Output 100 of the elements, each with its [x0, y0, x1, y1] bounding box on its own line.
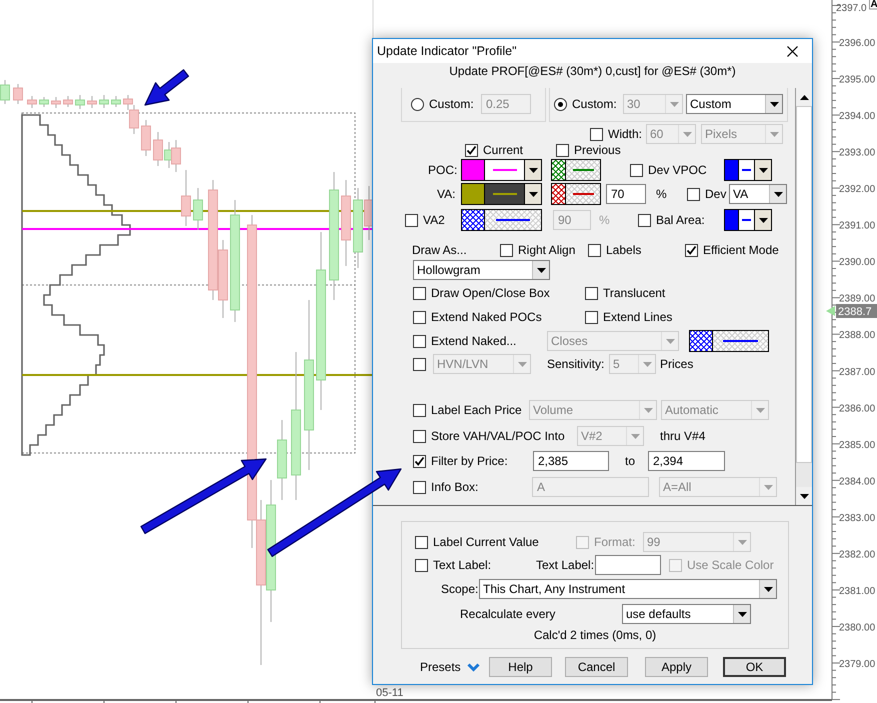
candlestick: [0, 80, 10, 104]
checkbox[interactable]: VA2: [405, 213, 445, 227]
scroll-up-button[interactable]: [796, 88, 812, 106]
dialog-button[interactable]: Help: [489, 657, 552, 677]
price-label: 2383.00: [839, 512, 876, 524]
checkbox[interactable]: Labels: [588, 243, 642, 257]
field-label: VA:: [437, 187, 456, 201]
price-label: 2391.00: [839, 220, 876, 232]
close-icon[interactable]: [787, 46, 798, 56]
chevron-down-icon: [466, 662, 480, 672]
caret-icon: [630, 434, 640, 438]
checkbox[interactable]: Extend Lines: [585, 310, 672, 324]
radio-button[interactable]: Custom:: [554, 97, 617, 111]
checkbox[interactable]: Store VAH/VAL/POC Into: [413, 429, 565, 443]
field-label: Prices: [660, 357, 694, 371]
field-label: thru V#4: [660, 429, 706, 443]
candlestick: [99, 94, 109, 108]
price-label: 2387.00: [839, 366, 876, 378]
candlestick: [27, 96, 37, 108]
checkbox[interactable]: Current: [465, 143, 524, 157]
checkbox[interactable]: Efficient Mode: [685, 243, 779, 257]
field-label: Draw As...: [412, 243, 467, 257]
hatch-swatch[interactable]: [461, 209, 542, 231]
field-label: to: [625, 454, 636, 468]
hatch-swatch[interactable]: [551, 159, 601, 181]
dialog-button[interactable]: Cancel: [565, 657, 628, 677]
candlestick: [51, 96, 61, 108]
caret-icon: [666, 338, 674, 344]
caret-icon: [800, 494, 809, 498]
checkbox[interactable]: Width:: [590, 127, 642, 141]
checkbox[interactable]: Extend Naked POCs: [413, 310, 542, 324]
status-text: Calc'd 2 times (0ms, 0): [534, 628, 656, 642]
candlestick: [153, 132, 163, 166]
checkbox[interactable]: [413, 358, 426, 370]
field-label: Scope:: [441, 582, 478, 596]
caret-icon: [528, 168, 538, 172]
price-label: 2382.00: [839, 549, 876, 560]
scrollbar[interactable]: [795, 88, 812, 505]
checkbox[interactable]: Draw Open/Close Box: [413, 286, 550, 300]
hatch-swatch[interactable]: [689, 330, 769, 352]
dialog-button[interactable]: Apply: [645, 657, 708, 677]
price-label: 2395.00: [839, 74, 876, 86]
line-style-picker[interactable]: [461, 159, 542, 181]
caret-icon: [770, 132, 778, 136]
hatch-swatch[interactable]: [551, 183, 601, 205]
dropdown[interactable]: Hollowgram: [413, 260, 550, 280]
dropdown[interactable]: use defaults: [622, 604, 751, 624]
price-label: 2379.00: [839, 659, 876, 670]
checkmark-icon: [466, 144, 477, 156]
dropdown[interactable]: This Chart, Any Instrument: [479, 579, 777, 599]
checkbox[interactable]: Extend Naked...: [413, 334, 516, 348]
line-style-picker[interactable]: [724, 209, 772, 231]
checkbox[interactable]: Label Current Value: [415, 535, 539, 549]
date-label: 05-11: [376, 687, 404, 699]
window-title: Update Indicator "Profile": [377, 44, 517, 58]
caret-icon: [738, 540, 746, 544]
field-label: %: [599, 213, 610, 227]
checkbox[interactable]: Info Box:: [413, 480, 478, 494]
input-field[interactable]: 2,394: [648, 451, 725, 471]
candlestick: [75, 94, 85, 110]
price-label: 2390.00: [839, 257, 876, 268]
caret-icon: [518, 362, 526, 366]
checkbox[interactable]: Label Each Price: [413, 403, 522, 417]
checkbox[interactable]: Previous: [556, 143, 621, 157]
candlestick: [63, 96, 73, 108]
scroll-thumb[interactable]: [796, 106, 812, 463]
checkbox[interactable]: Translucent: [585, 286, 666, 300]
caret-icon: [764, 586, 772, 592]
line-style-picker[interactable]: [724, 159, 772, 181]
price-label: 2393.00: [839, 148, 876, 159]
field-label: POC:: [428, 163, 458, 177]
price-label: 2384.00: [839, 476, 876, 488]
current-price-tag: 2388.7: [836, 304, 877, 318]
caret-icon: [738, 612, 746, 616]
price-label: 2386.00: [839, 403, 876, 414]
dropdown[interactable]: VA: [729, 184, 787, 204]
checkbox[interactable]: Dev: [687, 187, 726, 201]
radio-button[interactable]: Custom:: [411, 97, 474, 111]
presets-menu-button[interactable]: Presets: [420, 660, 489, 674]
field-label: Text Label:: [536, 558, 594, 572]
caret-icon: [758, 168, 768, 172]
price-label: 2389.00: [839, 294, 876, 305]
input-field[interactable]: 70: [606, 184, 646, 204]
checkbox[interactable]: Text Label:: [415, 558, 492, 572]
caret-icon: [528, 192, 538, 196]
checkbox[interactable]: Filter by Price:: [413, 454, 508, 468]
caret-icon: [536, 268, 546, 272]
checkbox[interactable]: Right Align: [500, 243, 576, 257]
input-field[interactable]: 2,385: [533, 451, 609, 471]
dialog-subtitle: Update PROF[@ES# (30m*) 0,cust] for @ES# (30m*): [449, 64, 736, 78]
price-label: 2396.00: [839, 38, 876, 49]
input-field[interactable]: [595, 555, 661, 575]
candlestick: [193, 188, 203, 230]
scroll-down-button[interactable]: [796, 487, 812, 505]
caret-icon: [770, 102, 778, 106]
line-style-picker[interactable]: [461, 183, 542, 205]
dialog-button[interactable]: OK: [723, 657, 786, 677]
dropdown[interactable]: Custom: [686, 94, 783, 114]
checkbox[interactable]: Bal Area:: [638, 213, 705, 227]
checkbox[interactable]: Dev VPOC: [630, 163, 707, 177]
